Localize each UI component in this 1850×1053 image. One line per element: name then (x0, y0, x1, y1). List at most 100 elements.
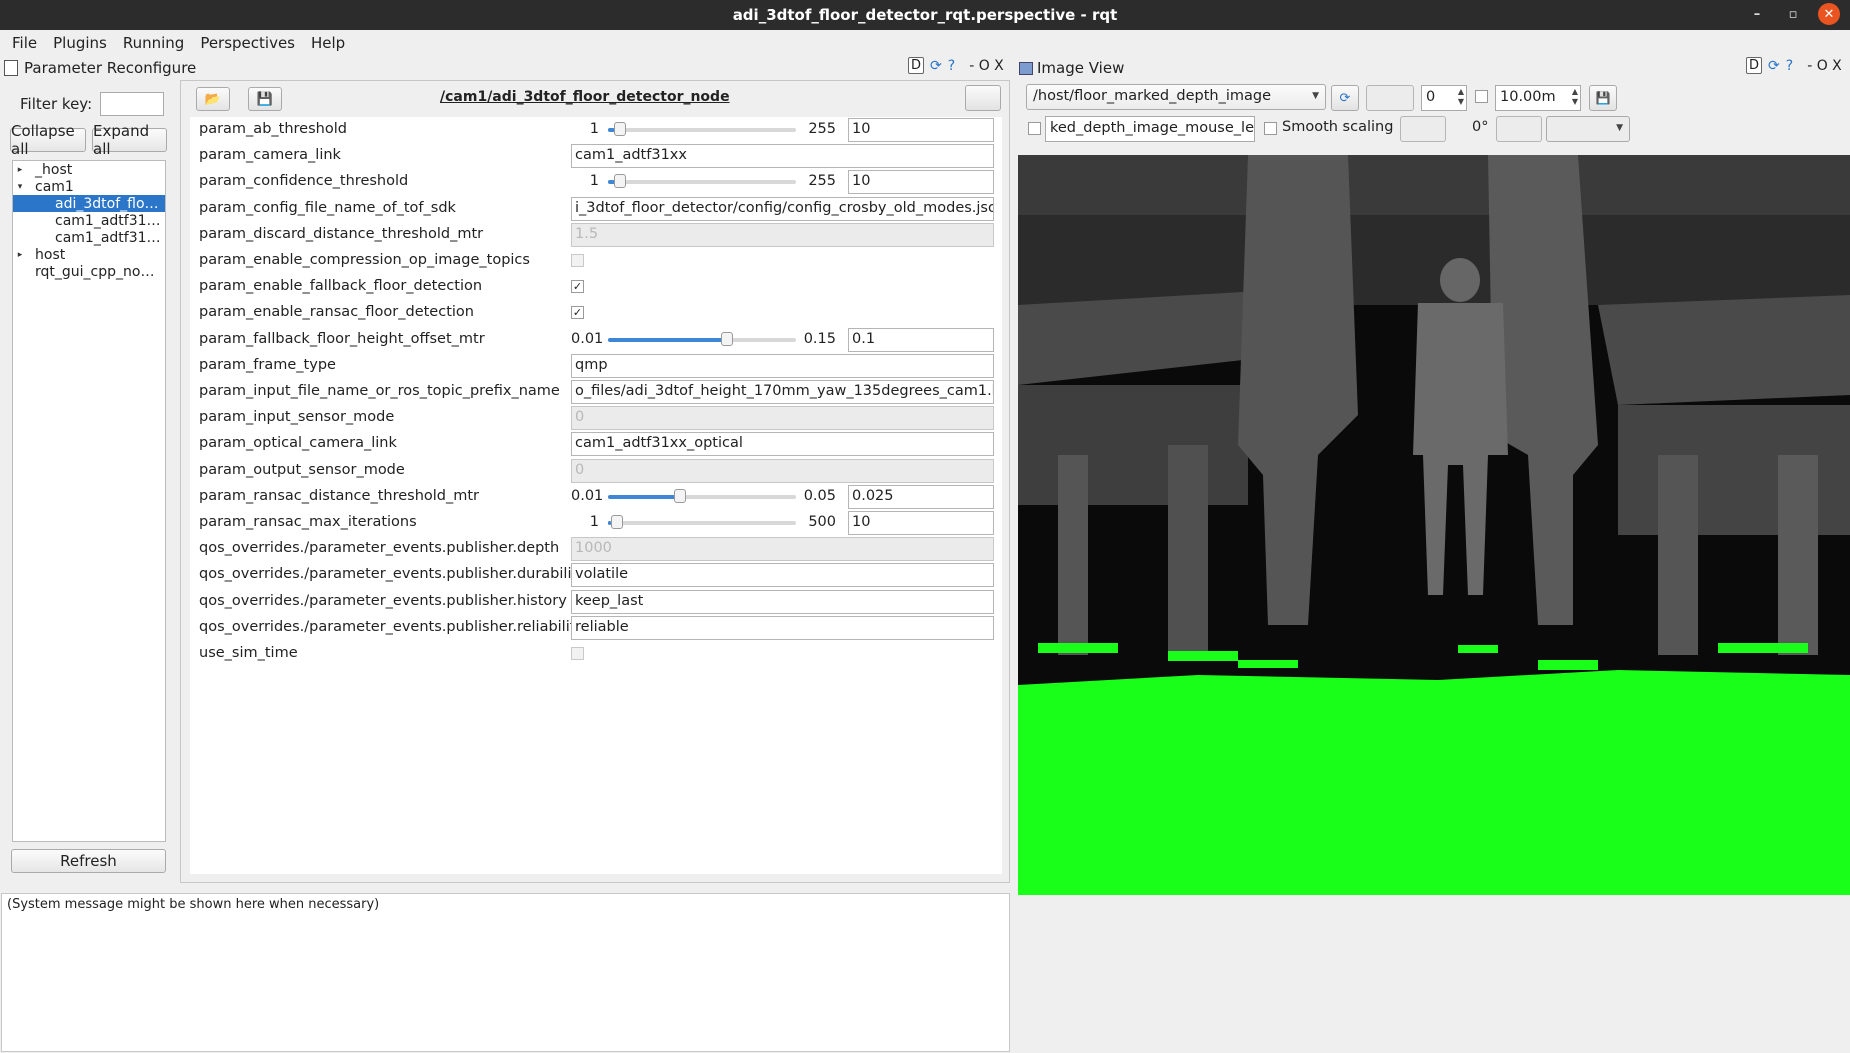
dock-help-icon[interactable]: D (908, 57, 925, 74)
dock-question-icon[interactable]: ? (1786, 58, 1793, 74)
param-value-field[interactable]: cam1_adtf31xx (571, 144, 994, 169)
min-value-spinbox[interactable]: 0 ▲ ▼ (1421, 85, 1467, 111)
dynamic-range-checkbox[interactable] (1475, 90, 1488, 103)
tree-item-floor-detector[interactable]: adi_3dtof_flo… (13, 195, 165, 212)
slider-value-field[interactable]: 10 (848, 511, 994, 535)
param-name: param_ransac_distance_threshold_mtr (199, 487, 480, 504)
slider-value-field[interactable]: 10 (848, 170, 994, 195)
smooth-scaling-checkbox[interactable] (1264, 122, 1277, 135)
menu-file[interactable]: File (12, 34, 37, 52)
slider-handle[interactable] (614, 174, 627, 189)
slider-value-field[interactable]: 0.025 (848, 484, 994, 509)
dock-reload-icon[interactable]: ⟳ (930, 58, 942, 74)
topic-select[interactable]: /host/floor_marked_depth_image ▼ (1026, 84, 1326, 110)
spin-arrows-icon[interactable]: ▲ ▼ (1572, 87, 1578, 107)
tree-item-rqt-gui-cpp[interactable]: rqt_gui_cpp_no… (13, 263, 165, 280)
param-row: param_ransac_max_iterations 1 500 10 (190, 510, 1002, 536)
maximize-icon[interactable]: ▫ (1782, 7, 1804, 22)
zoom-fit-button[interactable] (1366, 85, 1414, 111)
slider-handle[interactable] (674, 488, 686, 503)
load-params-button[interactable]: 📂 (196, 87, 230, 111)
param-name: param_optical_camera_link (199, 435, 397, 452)
depth-image-graphic (1018, 155, 1850, 993)
param-slider[interactable] (608, 331, 796, 346)
tree-item-cam1-adtf31xx-a[interactable]: cam1_adtf31… (13, 212, 165, 229)
param-row: param_frame_type qmp (190, 353, 1002, 379)
depth-image[interactable] (1018, 155, 1850, 993)
param-slider[interactable] (608, 515, 796, 529)
rotate-right-button[interactable] (1496, 116, 1542, 142)
slider-handle[interactable] (614, 122, 627, 136)
param-value-field[interactable]: i_3dtof_floor_detector/config/config_cro… (571, 196, 994, 221)
slider-handle[interactable] (721, 331, 734, 346)
slider-fill (608, 337, 729, 342)
param-value-field[interactable]: volatile (571, 563, 994, 588)
param-slider[interactable] (608, 174, 796, 189)
param-value-field[interactable]: keep_last (571, 589, 994, 614)
param-name: param_confidence_threshold (199, 173, 409, 190)
slider-value-field[interactable]: 10 (848, 118, 994, 142)
param-name: param_frame_type (199, 356, 336, 373)
expand-all-button[interactable]: Expand all (92, 122, 167, 158)
param-row: param_confidence_threshold 1 255 10 (190, 169, 1002, 195)
system-message-console: (System message might be shown here when… (1, 893, 1010, 1052)
save-params-button[interactable]: 💾 (248, 87, 282, 111)
tree-item-host-private[interactable]: ▸ _host (13, 161, 165, 178)
dock-window-controls[interactable]: - O X (1807, 58, 1842, 74)
slider-handle[interactable] (611, 515, 624, 529)
tree-item-label: cam1_adtf31… (55, 212, 161, 229)
expand-arrow-icon[interactable]: ▸ (13, 165, 27, 175)
param-value-field[interactable]: cam1_adtf31xx_optical (571, 432, 994, 457)
expand-arrow-icon[interactable]: ▸ (13, 250, 27, 260)
spin-arrows-icon[interactable]: ▲ ▼ (1458, 87, 1464, 107)
tree-item-cam1[interactable]: ▾ cam1 (13, 178, 165, 195)
param-value-field: 1.5 (571, 222, 994, 247)
menu-running[interactable]: Running (123, 34, 184, 52)
smooth-scaling-label: Smooth scaling (1282, 119, 1394, 135)
node-tree[interactable]: ▸ _host ▾ cam1 adi_3dtof_flo… cam1_adtf3… (12, 160, 166, 842)
param-value-field[interactable]: o_files/adi_3dtof_height_170mm_yaw_135de… (571, 380, 994, 404)
mouse-topic-text: ked_depth_image_mouse_left (1050, 120, 1255, 136)
dock-help-icon[interactable]: D (1746, 57, 1763, 74)
window-titlebar: adi_3dtof_floor_detector_rqt.perspective… (0, 0, 1850, 30)
max-range-spinbox[interactable]: 10.00m ▲ ▼ (1495, 85, 1581, 111)
collapse-arrow-icon[interactable]: ▾ (13, 182, 27, 192)
minimize-icon[interactable]: – (1746, 7, 1768, 22)
param-name: param_input_sensor_mode (199, 409, 395, 426)
param-slider[interactable] (608, 488, 796, 503)
color-scheme-select[interactable]: ▼ (1546, 116, 1630, 142)
menu-help[interactable]: Help (311, 34, 345, 52)
mouse-topic-input[interactable]: ked_depth_image_mouse_left (1045, 116, 1255, 142)
param-checkbox[interactable]: ✓ (571, 306, 584, 320)
rotate-left-button[interactable] (1400, 116, 1446, 142)
tree-item-label: cam1_adtf31… (55, 229, 161, 246)
param-name: param_output_sensor_mode (199, 461, 405, 478)
param-checkbox (571, 254, 584, 267)
refresh-button[interactable]: Refresh (11, 849, 166, 873)
refresh-topics-button[interactable]: ⟳ (1331, 85, 1359, 111)
menu-plugins[interactable]: Plugins (53, 34, 107, 52)
param-value-field[interactable]: qmp (571, 353, 994, 378)
console-text: (System message might be shown here when… (7, 897, 380, 912)
publish-click-checkbox[interactable] (1028, 122, 1041, 135)
dock-question-icon[interactable]: ? (948, 58, 955, 74)
slider-min-label: 0.01 (571, 487, 604, 504)
param-checkbox[interactable]: ✓ (571, 280, 584, 294)
menu-perspectives[interactable]: Perspectives (200, 34, 295, 52)
collapse-all-button[interactable]: Collapse all (10, 122, 86, 158)
slider-value-field[interactable]: 0.1 (848, 327, 994, 352)
save-image-button[interactable]: 💾 (1589, 85, 1617, 111)
filter-input[interactable] (100, 92, 165, 116)
param-value-field[interactable]: reliable (571, 615, 994, 640)
close-icon[interactable]: ✕ (1818, 3, 1840, 25)
param-name: param_enable_ransac_floor_detection (199, 304, 474, 321)
dock-window-controls[interactable]: - O X (969, 58, 1004, 74)
param-row: param_fallback_floor_height_offset_mtr 0.… (190, 327, 1002, 353)
dock-reload-icon[interactable]: ⟳ (1768, 58, 1780, 74)
param-name: param_fallback_floor_height_offset_mtr (199, 330, 485, 347)
tree-item-host[interactable]: ▸ host (13, 246, 165, 263)
tree-item-cam1-adtf31xx-b[interactable]: cam1_adtf31… (13, 229, 165, 246)
close-node-button[interactable] (965, 85, 1001, 111)
param-slider[interactable] (608, 122, 796, 136)
param-value-field: 0 (571, 458, 994, 483)
